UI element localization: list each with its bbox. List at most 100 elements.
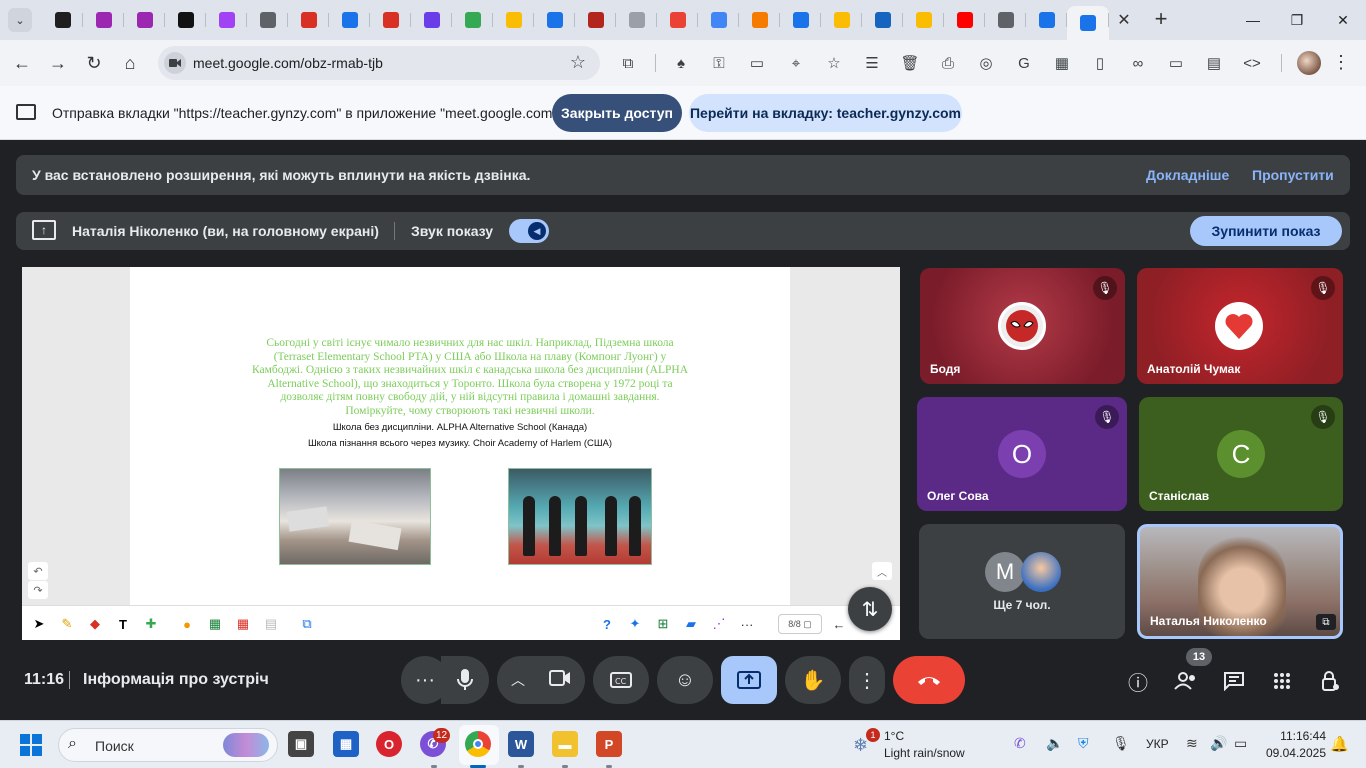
stop-sharing-button[interactable]: Закрыть доступ <box>552 94 682 132</box>
trash-icon[interactable]: 🗑 <box>900 53 920 73</box>
grid-tool-icon[interactable]: ▤ <box>262 615 280 633</box>
image-tool-icon[interactable]: ▦ <box>206 615 224 633</box>
camera-icon[interactable] <box>549 669 571 692</box>
link-icon[interactable]: ∞ <box>1128 53 1148 73</box>
shared-screen[interactable]: Сьогодні у світі існує чимало незвичних … <box>22 267 900 640</box>
browser-tab[interactable] <box>452 6 493 34</box>
bookmark-star-icon[interactable]: ☆ <box>570 52 586 73</box>
profile-avatar[interactable] <box>1297 51 1321 75</box>
qr-code-icon[interactable]: ▦ <box>1052 53 1072 73</box>
language-indicator[interactable]: УКР <box>1146 737 1169 751</box>
reload-icon[interactable]: ↻ <box>82 51 106 75</box>
extensions-puzzle-icon[interactable]: ⧉ <box>618 53 638 73</box>
browser-tab[interactable] <box>616 6 657 34</box>
help-icon[interactable]: ? <box>598 615 616 633</box>
raise-hand-icon[interactable]: ✋ <box>785 656 841 704</box>
browser-tab[interactable] <box>329 6 370 34</box>
cast-icon[interactable]: ▭ <box>1166 53 1186 73</box>
swap-layout-button[interactable]: ⇅ <box>848 587 892 631</box>
table-icon[interactable]: ▤ <box>1204 53 1224 73</box>
fill-icon[interactable]: ● <box>178 615 196 633</box>
participant-tile-anatoliy[interactable]: 🎙 Анатолій Чумак <box>1137 268 1343 384</box>
shapes-icon[interactable]: ✚ <box>142 615 160 633</box>
browser-tab[interactable] <box>944 6 985 34</box>
more-options-icon[interactable]: ⋮ <box>849 656 885 704</box>
incognito-icon[interactable]: ♠ <box>671 53 691 73</box>
chat-icon[interactable] <box>1220 667 1248 695</box>
browser-tab[interactable] <box>493 6 534 34</box>
emoji-reaction-icon[interactable]: ☺ <box>657 656 713 704</box>
page-counter[interactable]: 8/8 ▢ <box>778 614 822 634</box>
list-icon[interactable]: ☰ <box>862 53 882 73</box>
browser-tab[interactable] <box>862 6 903 34</box>
activities-grid-icon[interactable] <box>1268 667 1296 695</box>
browser-tab[interactable] <box>821 6 862 34</box>
browser-tab[interactable] <box>42 6 83 34</box>
stop-presenting-button[interactable]: Зупинити показ <box>1190 216 1342 246</box>
browser-tab[interactable] <box>739 6 780 34</box>
scroll-up-icon[interactable]: ︿ <box>872 562 892 580</box>
participant-tile-stanislav[interactable]: С 🎙 Станіслав <box>1139 397 1343 511</box>
host-controls-lock-icon[interactable] <box>1316 667 1344 695</box>
opera-icon[interactable]: O <box>376 731 402 757</box>
code-icon[interactable]: <> <box>1242 53 1262 73</box>
present-screen-button[interactable] <box>721 656 777 704</box>
task-view-icon[interactable]: ▣ <box>288 731 314 757</box>
taskbar-time[interactable]: 11:16:44 <box>1270 729 1326 743</box>
viber-tray-icon[interactable]: ✆ <box>1014 735 1026 752</box>
add-page-icon[interactable]: ✦ <box>626 615 644 633</box>
wifi-icon[interactable]: ≋ <box>1186 735 1198 752</box>
more-tools-icon[interactable]: ··· <box>738 615 756 633</box>
pencil-icon[interactable]: ✎ <box>58 615 76 633</box>
location-pin-icon[interactable]: ⌖ <box>786 53 806 73</box>
notification-bell-icon[interactable]: 🔔 <box>1330 735 1349 753</box>
microphone-tray-icon[interactable]: 🎙 <box>1112 735 1130 752</box>
browser-tab[interactable] <box>534 6 575 34</box>
battery-icon[interactable]: ▭ <box>1234 735 1247 752</box>
card-icon[interactable]: ▭ <box>747 53 767 73</box>
browser-tab[interactable] <box>247 6 288 34</box>
maximize-button[interactable]: ❐ <box>1274 6 1320 34</box>
pip-icon[interactable]: ⧉ <box>1316 614 1336 630</box>
browser-tab[interactable] <box>288 6 329 34</box>
browser-tab[interactable] <box>698 6 739 34</box>
media-tool-icon[interactable]: ▦ <box>234 615 252 633</box>
browser-tab[interactable] <box>985 6 1026 34</box>
volume-tray-icon[interactable]: 🔈 <box>1046 735 1063 752</box>
word-icon[interactable]: W <box>508 731 534 757</box>
new-tab-button[interactable]: + <box>1148 6 1174 32</box>
browser-menu-icon[interactable]: ⋮ <box>1332 52 1350 73</box>
self-view-tile[interactable]: Наталья Николенко ⧉ <box>1137 524 1343 639</box>
minimize-button[interactable]: — <box>1230 6 1276 34</box>
taskbar-search[interactable]: ⌕ Поиск <box>58 728 278 762</box>
browser-tab[interactable] <box>370 6 411 34</box>
skip-link[interactable]: Пропустити <box>1252 167 1334 183</box>
share-icon[interactable]: ⋰ <box>710 615 728 633</box>
meet-camera-icon[interactable] <box>164 52 186 74</box>
weather-description[interactable]: Light rain/snow <box>884 746 965 760</box>
participant-tile-bodya[interactable]: 🎙 Бодя <box>920 268 1125 384</box>
pointer-icon[interactable]: ➤ <box>30 615 48 633</box>
browser-tab[interactable] <box>124 6 165 34</box>
browser-tab[interactable] <box>575 6 616 34</box>
captions-icon[interactable]: CC <box>593 656 649 704</box>
reading-mode-icon[interactable]: ▯ <box>1090 53 1110 73</box>
file-explorer-icon[interactable]: ▬ <box>552 731 578 757</box>
home-icon[interactable]: ⌂ <box>118 51 142 75</box>
browser-tab[interactable] <box>206 6 247 34</box>
learn-more-link[interactable]: Докладніше <box>1146 167 1229 183</box>
participant-tile-oleg[interactable]: О 🎙 Олег Сова <box>917 397 1127 511</box>
back-icon[interactable]: ← <box>10 51 34 75</box>
redo-icon[interactable]: ↷ <box>28 581 48 599</box>
screen-tool-icon[interactable]: ⧉ <box>298 615 316 633</box>
browser-tab[interactable] <box>1067 6 1109 40</box>
tab-search-button[interactable]: ⌄ <box>8 8 32 32</box>
go-to-tab-button[interactable]: Перейти на вкладку: teacher.gynzy.com <box>689 94 962 132</box>
forward-icon[interactable]: → <box>46 51 70 75</box>
browser-tab[interactable] <box>1026 6 1067 34</box>
folder-icon[interactable]: ▰ <box>682 615 700 633</box>
leave-call-button[interactable] <box>893 656 965 704</box>
people-icon[interactable] <box>1172 667 1200 695</box>
speaker-icon[interactable]: 🔊 <box>1210 735 1227 752</box>
browser-tab[interactable] <box>657 6 698 34</box>
